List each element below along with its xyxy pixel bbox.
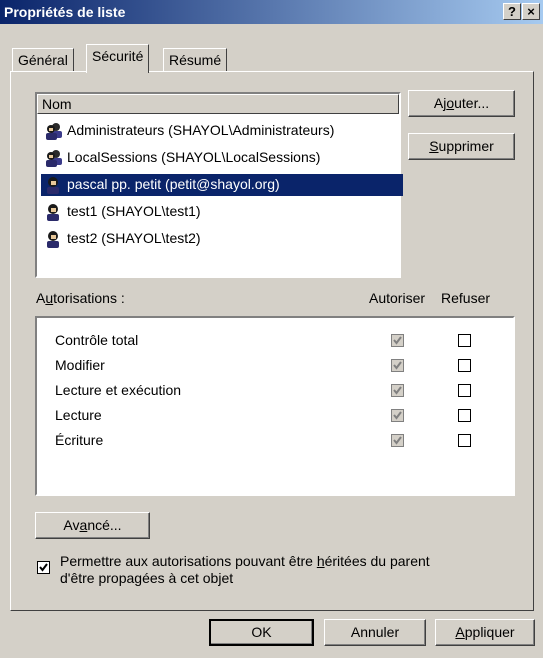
users-listbox[interactable]: Nom Administrateurs (SHAYOL\Administrate… [35,92,403,278]
permission-name: Lecture et exécution [55,382,182,398]
advanced-button-label-a: Av [63,517,80,533]
user-list-item-label: test2 (SHAYOL\test2) [67,230,201,246]
inherit-line1: Permettre aux autorisations pouvant être… [60,553,430,570]
window-title: Propriétés de liste [4,4,126,20]
user-list-item[interactable]: LocalSessions (SHAYOL\LocalSessions) [41,147,403,169]
cancel-button[interactable]: Annuler [324,619,426,646]
remove-button[interactable]: Supprimer [408,133,515,160]
inherit-line2: d'être propagées à cet objet [60,570,234,586]
user-icon [45,203,63,221]
advanced-button-label-c: ncé... [87,517,122,533]
add-button-label-a: Aj [433,95,447,111]
deny-checkbox[interactable] [458,434,471,447]
help-button[interactable]: ? [503,3,521,20]
inherit-line1-a: Permettre aux autorisations pouvant être [60,553,317,569]
user-icon [45,230,63,248]
add-button[interactable]: Ajouter... [408,90,515,117]
permissions-label: Autorisations : [36,290,125,306]
user-list-item-label: Administrateurs (SHAYOL\Administrateurs) [67,122,335,138]
tab-security[interactable]: Sécurité [86,44,150,73]
permissions-label-a: A [36,290,46,306]
allow-checkbox[interactable] [391,409,404,422]
inherit-line1-c: éritées du parent [324,553,430,569]
user-list-item-label: test1 (SHAYOL\test1) [67,203,201,219]
permission-name: Écriture [55,432,104,448]
allow-column-header: Autoriser [369,290,426,306]
close-button[interactable]: × [522,3,540,20]
advanced-button[interactable]: Avancé... [35,512,150,539]
remove-button-label-a: S [429,138,439,154]
user-list-item[interactable]: test1 (SHAYOL\test1) [41,201,403,223]
permission-name: Contrôle total [55,332,139,348]
allow-checkbox[interactable] [391,359,404,372]
user-list-item[interactable]: test2 (SHAYOL\test2) [41,228,403,250]
deny-checkbox[interactable] [458,409,471,422]
deny-column-header: Refuser [441,290,491,306]
column-header-name[interactable]: Nom [37,94,399,114]
title-bar: Propriétés de liste ? × [0,0,543,24]
user-icon [45,176,63,194]
add-button-label-b: o [446,95,455,111]
permissions-label-b: u [45,290,54,306]
permissions-label-c: torisations : [53,290,125,306]
check-icon [39,563,48,572]
remove-button-label-b: upprimer [438,138,494,154]
deny-checkbox[interactable] [458,384,471,397]
inherit-checkbox[interactable] [37,561,50,574]
permission-name: Modifier [55,357,105,373]
inherit-label[interactable]: Permettre aux autorisations pouvant être… [60,553,430,587]
user-group-icon [45,122,63,140]
user-list-item[interactable]: pascal pp. petit (petit@shayol.org) [41,174,403,196]
tab-summary[interactable]: Résumé [163,48,228,72]
user-list-item-label: LocalSessions (SHAYOL\LocalSessions) [67,149,321,165]
allow-checkbox[interactable] [391,384,404,397]
tab-general[interactable]: Général [12,48,74,72]
inherit-line1-b: h [316,553,325,569]
ok-button[interactable]: OK [209,619,314,646]
apply-button-label-a: A [455,624,465,640]
user-group-icon [45,149,63,167]
user-list-item[interactable]: Administrateurs (SHAYOL\Administrateurs) [41,120,403,142]
apply-button[interactable]: Appliquer [435,619,535,646]
deny-checkbox[interactable] [458,334,471,347]
allow-checkbox[interactable] [391,434,404,447]
user-list-item-label: pascal pp. petit (petit@shayol.org) [67,176,280,192]
permission-name: Lecture [55,407,102,423]
deny-checkbox[interactable] [458,359,471,372]
permissions-listbox: Contrôle total Modifier Lecture et exécuti… [35,316,515,496]
apply-button-label-b: ppliquer [464,624,515,640]
add-button-label-c: uter... [454,95,490,111]
allow-checkbox[interactable] [391,334,404,347]
